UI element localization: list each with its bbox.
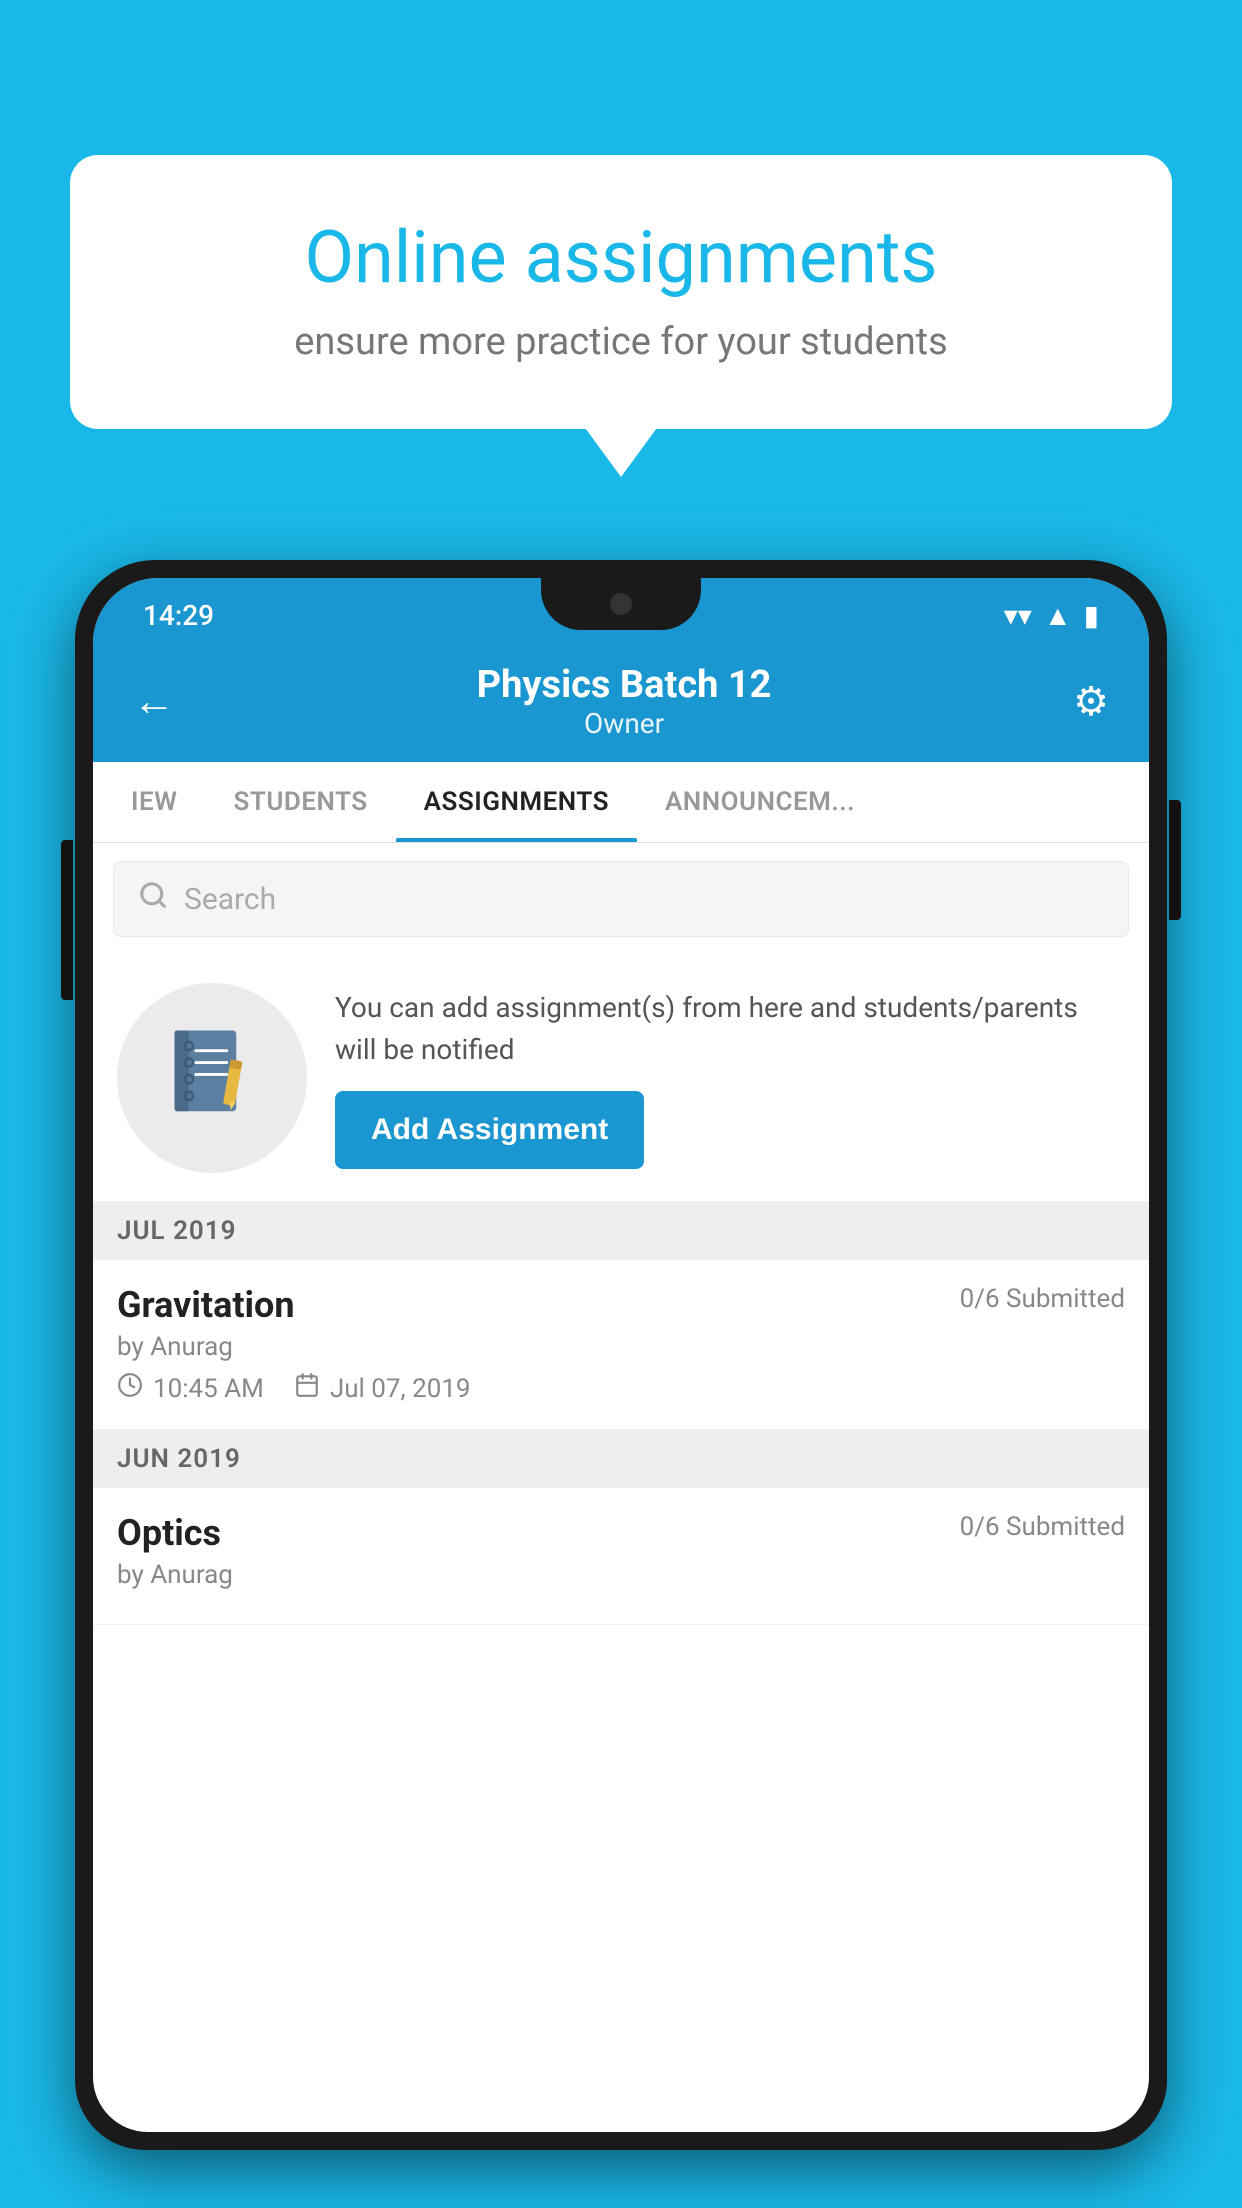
tab-assignments[interactable]: ASSIGNMENTS	[396, 762, 637, 842]
speech-bubble-container: Online assignments ensure more practice …	[70, 155, 1172, 429]
status-icons: ▾▾ ▲ ▮	[1004, 599, 1099, 632]
search-box[interactable]: Search	[113, 861, 1129, 937]
section-header-jun: JUN 2019	[93, 1430, 1149, 1488]
notebook-icon	[165, 1023, 260, 1133]
clock-icon	[117, 1372, 143, 1405]
meta-time-gravitation: 10:45 AM	[117, 1372, 264, 1405]
header-title-group: Physics Batch 12 Owner	[175, 663, 1073, 740]
assignment-item-optics[interactable]: Optics 0/6 Submitted by Anurag	[93, 1488, 1149, 1625]
search-container: Search	[93, 843, 1149, 955]
time-value-gravitation: 10:45 AM	[153, 1374, 264, 1404]
cta-section: You can add assignment(s) from here and …	[93, 955, 1149, 1202]
back-button[interactable]: ←	[133, 677, 175, 726]
section-header-jul: JUL 2019	[93, 1202, 1149, 1260]
signal-icon: ▲	[1044, 599, 1072, 632]
add-assignment-button[interactable]: Add Assignment	[335, 1091, 644, 1169]
assignment-item-gravitation[interactable]: Gravitation 0/6 Submitted by Anurag	[93, 1260, 1149, 1430]
tab-announcements[interactable]: ANNOUNCEM...	[637, 762, 883, 842]
cta-description: You can add assignment(s) from here and …	[335, 987, 1125, 1071]
assignment-row-top: Gravitation 0/6 Submitted	[117, 1284, 1125, 1326]
speech-bubble: Online assignments ensure more practice …	[70, 155, 1172, 429]
assignment-name-optics: Optics	[117, 1512, 221, 1554]
assignment-status-gravitation: 0/6 Submitted	[960, 1284, 1125, 1314]
assignment-row-top-optics: Optics 0/6 Submitted	[117, 1512, 1125, 1554]
phone-outer: 14:29 ▾▾ ▲ ▮ ← Physics Batch 12 Owner ⚙ …	[75, 560, 1167, 2150]
search-icon	[138, 880, 168, 918]
tab-students[interactable]: STUDENTS	[205, 762, 395, 842]
wifi-icon: ▾▾	[1004, 599, 1032, 632]
calendar-icon	[294, 1372, 320, 1405]
screen-content: Search	[93, 843, 1149, 2132]
bubble-title: Online assignments	[140, 215, 1102, 300]
tab-iew[interactable]: IEW	[103, 762, 205, 842]
phone-notch	[541, 578, 701, 630]
battery-icon: ▮	[1084, 599, 1099, 632]
assignment-status-optics: 0/6 Submitted	[960, 1512, 1125, 1542]
assignment-author-gravitation: by Anurag	[117, 1332, 1125, 1362]
assignment-name-gravitation: Gravitation	[117, 1284, 295, 1326]
search-placeholder: Search	[184, 882, 276, 917]
status-time: 14:29	[143, 599, 214, 632]
phone-screen: 14:29 ▾▾ ▲ ▮ ← Physics Batch 12 Owner ⚙ …	[93, 578, 1149, 2132]
notch-camera	[610, 593, 632, 615]
phone-wrapper: 14:29 ▾▾ ▲ ▮ ← Physics Batch 12 Owner ⚙ …	[75, 560, 1167, 2208]
tabs-bar: IEW STUDENTS ASSIGNMENTS ANNOUNCEM...	[93, 762, 1149, 843]
date-value-gravitation: Jul 07, 2019	[330, 1374, 471, 1404]
bubble-subtitle: ensure more practice for your students	[140, 320, 1102, 364]
assignment-author-optics: by Anurag	[117, 1560, 1125, 1590]
cta-content: You can add assignment(s) from here and …	[335, 987, 1125, 1169]
assignment-meta-gravitation: 10:45 AM Jul 07, 201	[117, 1372, 1125, 1405]
batch-subtitle: Owner	[175, 707, 1073, 740]
cta-icon-circle	[117, 983, 307, 1173]
app-header: ← Physics Batch 12 Owner ⚙	[93, 643, 1149, 762]
settings-icon[interactable]: ⚙	[1073, 678, 1109, 725]
meta-date-gravitation: Jul 07, 2019	[294, 1372, 471, 1405]
batch-title: Physics Batch 12	[175, 663, 1073, 707]
